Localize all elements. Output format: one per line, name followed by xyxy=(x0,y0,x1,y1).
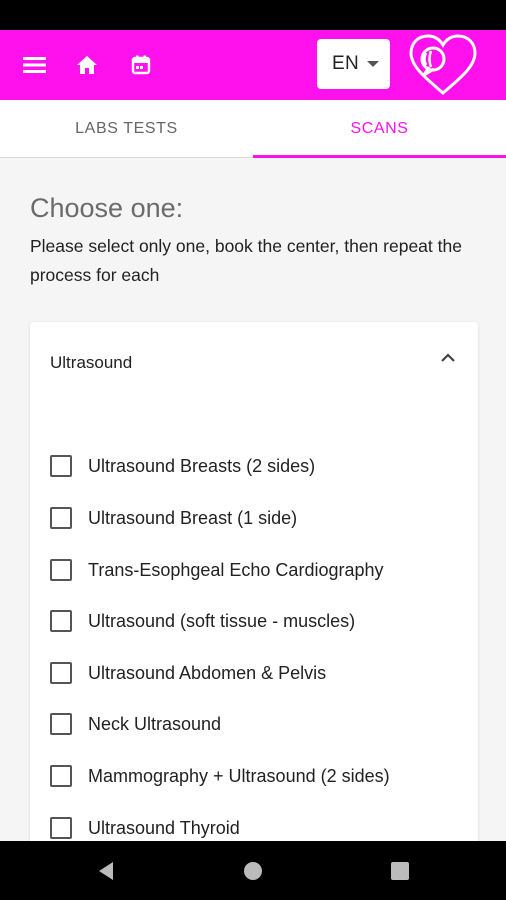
scan-option[interactable]: Ultrasound (soft tissue - muscles) xyxy=(50,601,470,641)
tab-scans[interactable]: SCANS xyxy=(253,100,506,158)
scan-option-label: Trans-Esophgeal Echo Cardiography xyxy=(88,559,384,580)
ultrasound-panel-header[interactable]: Ultrasound xyxy=(30,322,478,402)
system-nav-bar xyxy=(0,841,506,900)
calendar-icon[interactable] xyxy=(126,50,156,80)
scan-option-label: Ultrasound Breast (1 side) xyxy=(88,507,298,528)
checkbox[interactable] xyxy=(50,610,72,632)
scan-option[interactable]: Ultrasound Abdomen & Pelvis xyxy=(50,653,470,693)
back-icon[interactable] xyxy=(94,859,118,883)
checkbox[interactable] xyxy=(50,559,72,581)
language-value: EN xyxy=(332,53,359,74)
home-icon[interactable] xyxy=(72,50,102,80)
scan-option[interactable]: Ultrasound Breast (1 side) xyxy=(50,498,470,538)
checkbox[interactable] xyxy=(50,765,72,787)
scan-option-label: Neck Ultrasound xyxy=(88,713,222,734)
menu-icon[interactable] xyxy=(20,50,50,80)
checkbox[interactable] xyxy=(50,817,72,839)
checkbox[interactable] xyxy=(50,507,72,529)
app-bar: EN xyxy=(0,30,506,100)
scan-option-label: Mammography + Ultrasound (2 sides) xyxy=(88,765,390,786)
scan-option-label: Ultrasound Thyroid xyxy=(88,817,240,838)
dropdown-caret-icon xyxy=(367,61,379,67)
scan-option-label: Ultrasound (soft tissue - muscles) xyxy=(88,610,356,631)
active-tab-indicator xyxy=(253,155,506,158)
panel-title: Ultrasound xyxy=(50,353,133,372)
scan-option[interactable]: Trans-Esophgeal Echo Cardiography xyxy=(50,550,470,590)
scan-option-label: Ultrasound Abdomen & Pelvis xyxy=(88,662,327,683)
status-bar xyxy=(0,0,506,30)
instructions-text: Please select only one, book the center,… xyxy=(30,236,462,285)
tab-labs-tests[interactable]: LABS TESTS xyxy=(0,100,253,158)
checkbox[interactable] xyxy=(50,662,72,684)
checkbox[interactable] xyxy=(50,713,72,735)
scan-option-label: Ultrasound Breasts (2 sides) xyxy=(88,455,316,476)
chevron-up-icon xyxy=(441,353,455,362)
heart-logo-icon xyxy=(409,34,477,95)
scan-option[interactable]: Mammography + Ultrasound (2 sides) xyxy=(50,756,470,796)
page-title: Choose one: xyxy=(30,193,184,223)
home-circle-icon[interactable] xyxy=(241,859,265,883)
tab-bar: LABS TESTS SCANS xyxy=(0,100,506,158)
recents-icon[interactable] xyxy=(388,859,412,883)
ultrasound-panel: Ultrasound Ultrasound Breasts (2 sides) … xyxy=(30,322,478,862)
checkbox[interactable] xyxy=(50,455,72,477)
scan-option[interactable]: Neck Ultrasound xyxy=(50,704,470,744)
language-select[interactable]: EN xyxy=(317,39,390,89)
scan-option[interactable]: Ultrasound Breasts (2 sides) xyxy=(50,446,470,486)
